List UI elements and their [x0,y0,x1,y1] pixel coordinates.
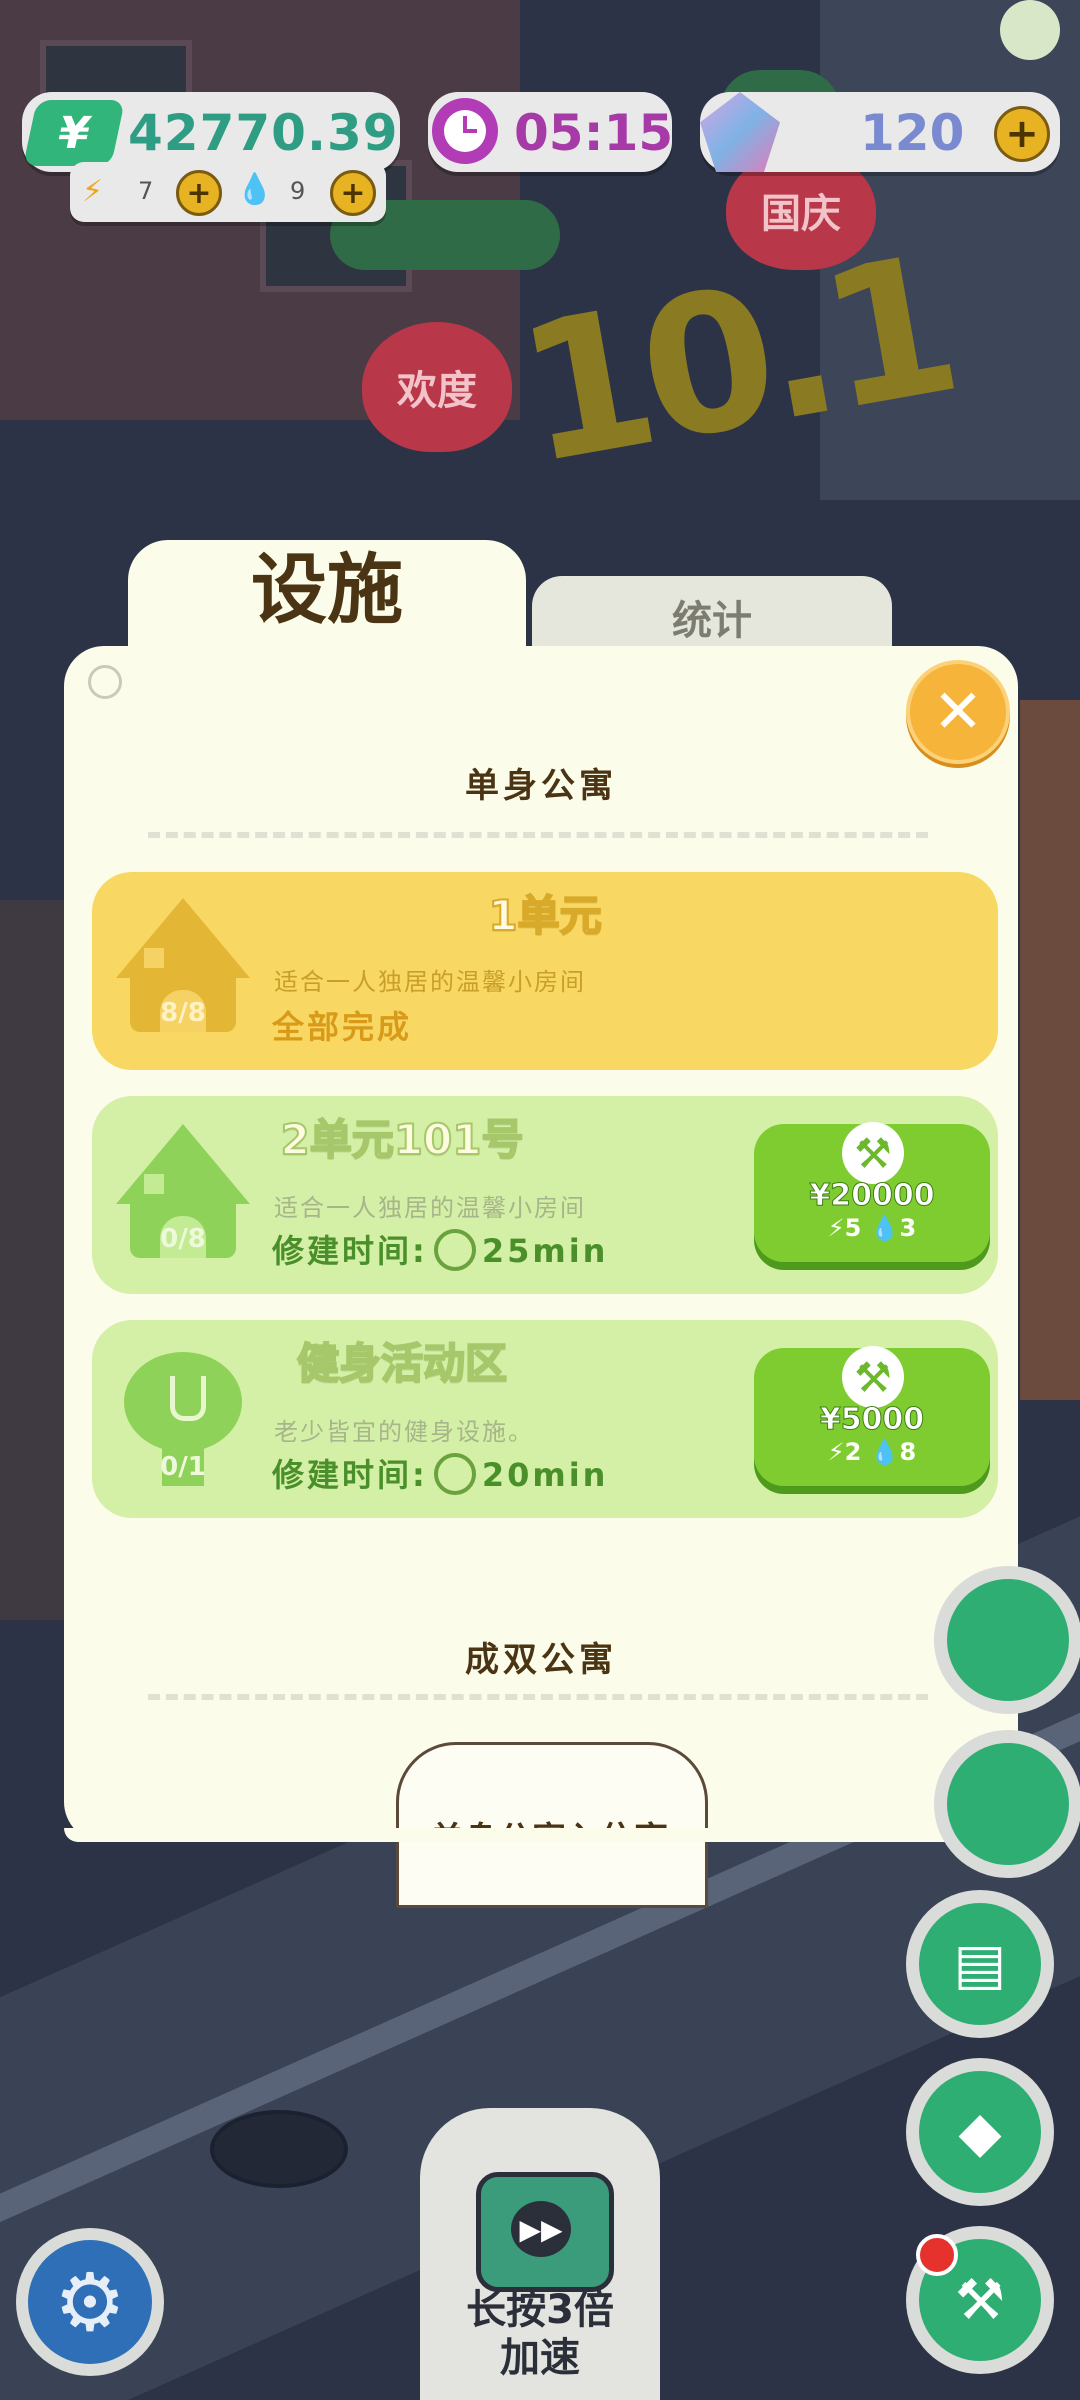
water-count: 9 [290,177,306,205]
section-divider [148,832,928,838]
side-button-hidden-2[interactable] [934,1730,1080,1878]
facility-title: 健身活动区 [296,1338,508,1389]
decor-button[interactable]: ◆ [906,2058,1054,2206]
build-time: 修建时间: 25min [272,1226,608,1274]
facility-description: 适合一人独居的温馨小房间 [274,968,586,996]
energy-count: 7 [138,177,154,205]
gem-value: 120 [860,104,965,162]
settings-button[interactable]: ⚙ [16,2228,164,2376]
cost-resources: ⚡5 💧3 [827,1214,917,1242]
facility-description: 适合一人独居的温馨小房间 [274,1194,586,1222]
gear-icon: ⚙ [28,2240,152,2364]
side-button-hidden-1[interactable] [934,1566,1080,1714]
diamond-icon: ◆ [919,2071,1041,2193]
hammer-icon: ⚒ [842,1122,904,1184]
progress-count: 8/8 [160,998,206,1028]
hidden-icon [88,665,122,699]
clock-icon [432,98,498,164]
add-energy-button[interactable]: + [176,170,222,216]
section-title: 单身公寓 [465,766,617,806]
build-button[interactable]: ⚒ ¥5000 ⚡2 💧8 [754,1346,990,1486]
cost-money: ¥20000 [809,1178,935,1214]
section-title: 成双公寓 [465,1640,617,1680]
clipboard-icon: ▤ [919,1903,1041,2025]
water-drop-icon: 💧 [236,172,274,207]
section-divider [148,1694,928,1700]
facility-title: 1单元 [487,890,602,941]
tab-facilities-label: 设施 [251,545,403,634]
progress-count: 0/8 [160,1224,206,1254]
balloon-left: 欢度 [362,322,512,452]
notification-dot [916,2234,958,2276]
panel-bottom-edge [64,1828,1018,1842]
facility-title: 2单元101号 [280,1114,525,1165]
stopwatch-icon [433,1453,476,1495]
completion-status: 全部完成 [272,1008,413,1046]
add-water-button[interactable]: + [330,170,376,216]
tab-statistics-label: 统计 [672,598,752,644]
money-value: 42770.39 [128,104,399,162]
timer-value: 05:15 [514,104,674,162]
cost-money: ¥5000 [819,1402,925,1438]
build-time: 修建时间: 20min [272,1450,608,1498]
stopwatch-icon [433,1229,476,1271]
hammer-icon: ⚒ [842,1346,904,1408]
yen-icon: ¥ [22,100,126,166]
build-button[interactable]: ⚒ ¥20000 ⚡5 💧3 [754,1122,990,1262]
cost-resources: ⚡2 💧8 [827,1438,917,1466]
add-gems-button[interactable]: + [994,106,1050,162]
tasks-button[interactable]: ▤ [906,1890,1054,2038]
close-button[interactable]: ✕ [906,660,1010,764]
close-icon: ✕ [932,677,984,747]
rooms-right [1020,700,1080,1400]
tv-icon: ▶▶ [476,2172,614,2292]
progress-count: 0/1 [160,1452,206,1482]
facility-description: 老少皆宜的健身设施。 [274,1418,534,1446]
fast-forward-icon: ▶▶ [511,2201,571,2257]
manhole [210,2110,348,2188]
speed-up-label: 长按3倍 加速 [466,2287,614,2381]
lightning-icon: ⚡ [82,174,104,209]
street-lamp [1000,0,1060,60]
